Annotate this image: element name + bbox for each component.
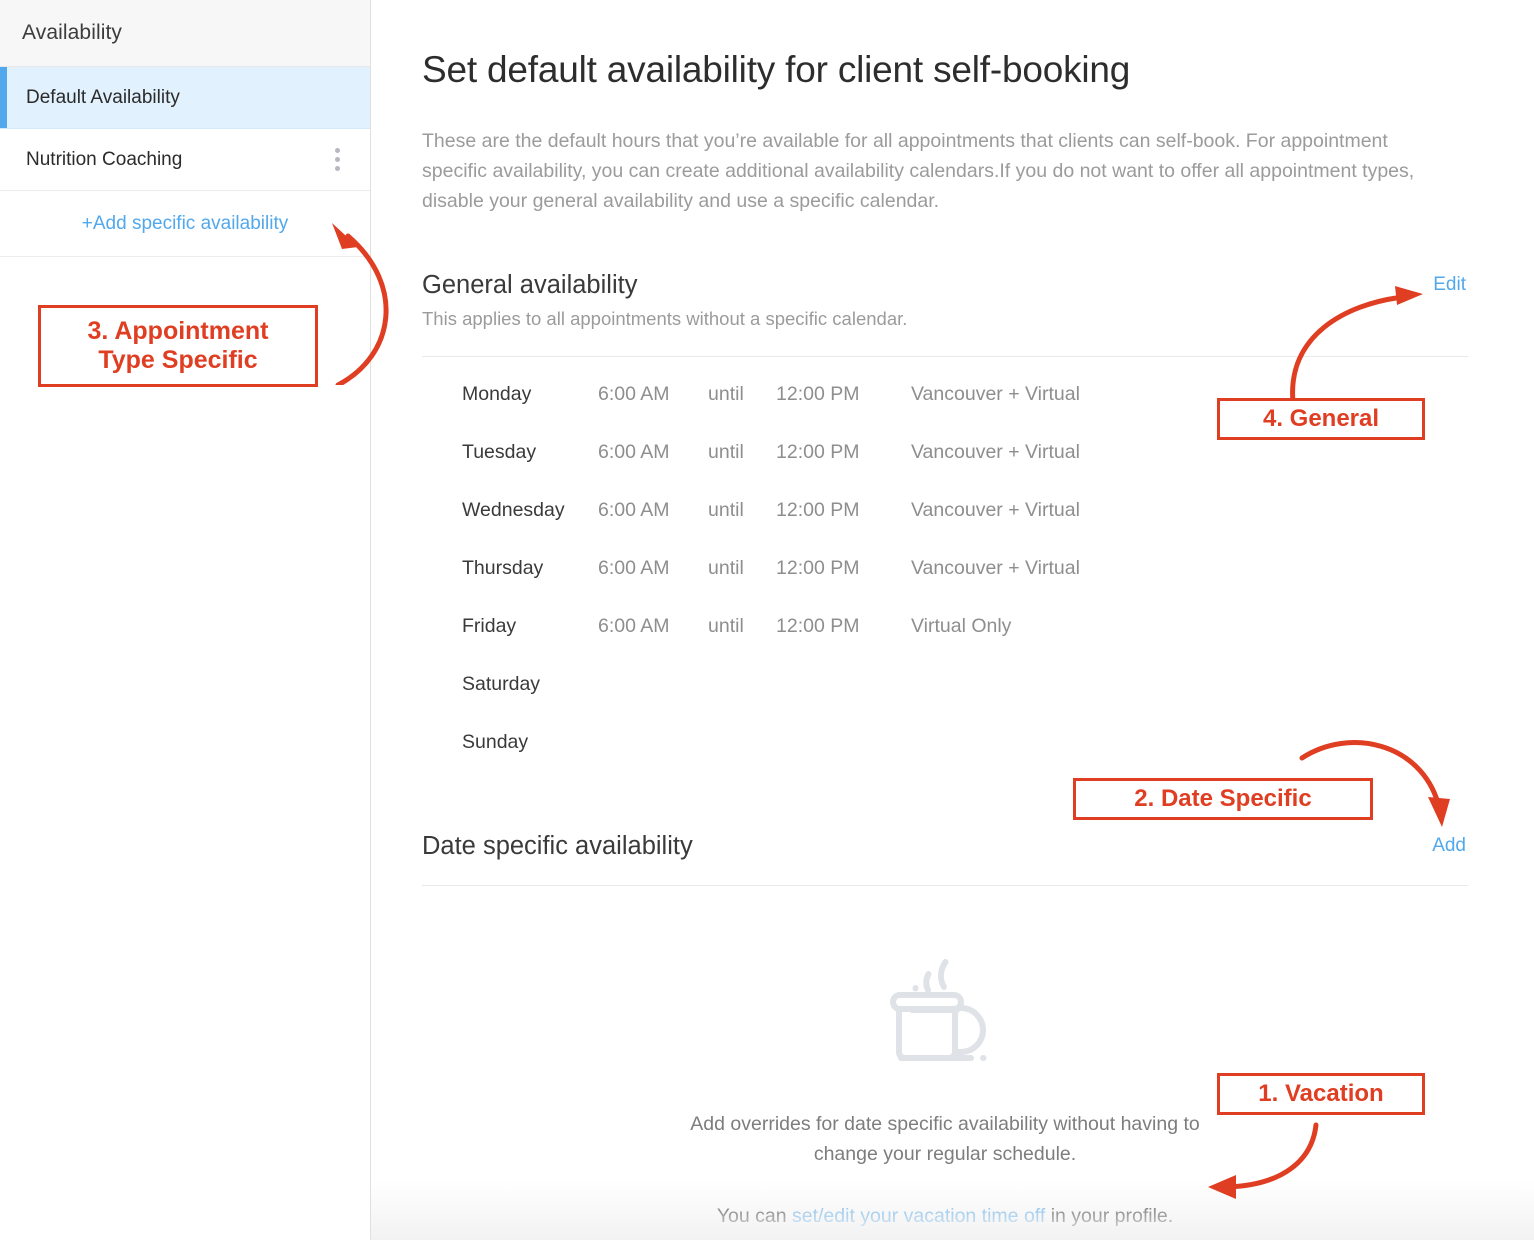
date-specific-empty-state: Add overrides for date specific availabi… [422, 886, 1468, 1228]
general-availability-section: General availability This applies to all… [422, 270, 1466, 771]
schedule-start: 6:00 AM [598, 557, 708, 580]
page-description: These are the default hours that you’re … [422, 126, 1432, 216]
add-specific-availability-row: +Add specific availability [0, 191, 370, 257]
schedule-location: Vancouver + Virtual [911, 441, 1080, 464]
set-edit-vacation-link[interactable]: set/edit your vacation time off [792, 1205, 1045, 1227]
annotation-general: 4. General [1217, 398, 1425, 440]
vacation-note-prefix: You can [717, 1205, 792, 1227]
schedule-start: 6:00 AM [598, 383, 708, 406]
annotation-line-2: Type Specific [98, 346, 257, 374]
general-availability-subtitle: This applies to all appointments without… [422, 308, 907, 330]
table-row: Wednesday 6:00 AM until 12:00 PM Vancouv… [422, 481, 1468, 539]
schedule-day: Wednesday [422, 499, 598, 522]
annotation-line-1: 3. Appointment [87, 317, 268, 345]
schedule-end: 12:00 PM [776, 557, 911, 580]
schedule-start: 6:00 AM [598, 499, 708, 522]
schedule-day: Tuesday [422, 441, 598, 464]
sidebar-header-title: Availability [22, 21, 122, 45]
schedule-day: Saturday [422, 673, 598, 696]
main-content: Set default availability for client self… [371, 0, 1534, 1240]
date-specific-title: Date specific availability [422, 831, 693, 863]
schedule-end: 12:00 PM [776, 615, 911, 638]
schedule-until: until [708, 383, 776, 406]
annotation-label: 1. Vacation [1258, 1080, 1383, 1108]
annotation-date-specific: 2. Date Specific [1073, 778, 1373, 820]
schedule-location: Virtual Only [911, 615, 1011, 638]
schedule-until: until [708, 615, 776, 638]
schedule-until: until [708, 499, 776, 522]
annotation-vacation: 1. Vacation [1217, 1073, 1425, 1115]
more-options-icon[interactable] [326, 147, 348, 173]
sidebar-header: Availability [0, 0, 370, 67]
schedule-until: until [708, 557, 776, 580]
edit-general-availability-link[interactable]: Edit [1433, 270, 1466, 296]
empty-state-text: Add overrides for date specific availabi… [685, 1109, 1205, 1169]
table-row: Saturday [422, 655, 1468, 713]
sidebar-item-label: Default Availability [26, 87, 348, 109]
schedule-day: Monday [422, 383, 598, 406]
add-specific-availability-link[interactable]: +Add specific availability [82, 213, 288, 235]
schedule-end: 12:00 PM [776, 499, 911, 522]
table-row: Thursday 6:00 AM until 12:00 PM Vancouve… [422, 539, 1468, 597]
sidebar-item-default-availability[interactable]: Default Availability [0, 67, 370, 129]
coffee-cup-icon [879, 948, 1011, 1066]
table-row: Friday 6:00 AM until 12:00 PM Virtual On… [422, 597, 1468, 655]
general-availability-title: General availability [422, 270, 907, 302]
schedule-day: Thursday [422, 557, 598, 580]
date-specific-availability-section: Date specific availability Add [422, 831, 1466, 1228]
schedule-day: Sunday [422, 731, 598, 754]
section-divider [422, 356, 1468, 357]
annotation-appointment-type: 3. Appointment Type Specific [38, 305, 318, 387]
schedule-day: Friday [422, 615, 598, 638]
sidebar-item-nutrition-coaching[interactable]: Nutrition Coaching [0, 129, 370, 191]
schedule-end: 12:00 PM [776, 383, 911, 406]
schedule-location: Vancouver + Virtual [911, 383, 1080, 406]
vacation-note: You can set/edit your vacation time off … [422, 1205, 1468, 1228]
table-row: Sunday [422, 713, 1468, 771]
sidebar: Availability Default Availability Nutrit… [0, 0, 371, 1240]
add-date-specific-link[interactable]: Add [1432, 831, 1466, 857]
schedule-end: 12:00 PM [776, 441, 911, 464]
schedule-start: 6:00 AM [598, 441, 708, 464]
schedule-start: 6:00 AM [598, 615, 708, 638]
schedule-location: Vancouver + Virtual [911, 499, 1080, 522]
sidebar-item-label: Nutrition Coaching [26, 149, 326, 171]
schedule-until: until [708, 441, 776, 464]
vacation-note-suffix: in your profile. [1045, 1205, 1173, 1227]
page-title: Set default availability for client self… [422, 48, 1466, 92]
annotation-label: 4. General [1263, 405, 1379, 433]
schedule-location: Vancouver + Virtual [911, 557, 1080, 580]
annotation-label: 2. Date Specific [1134, 785, 1311, 813]
availability-settings-page: Availability Default Availability Nutrit… [0, 0, 1534, 1240]
